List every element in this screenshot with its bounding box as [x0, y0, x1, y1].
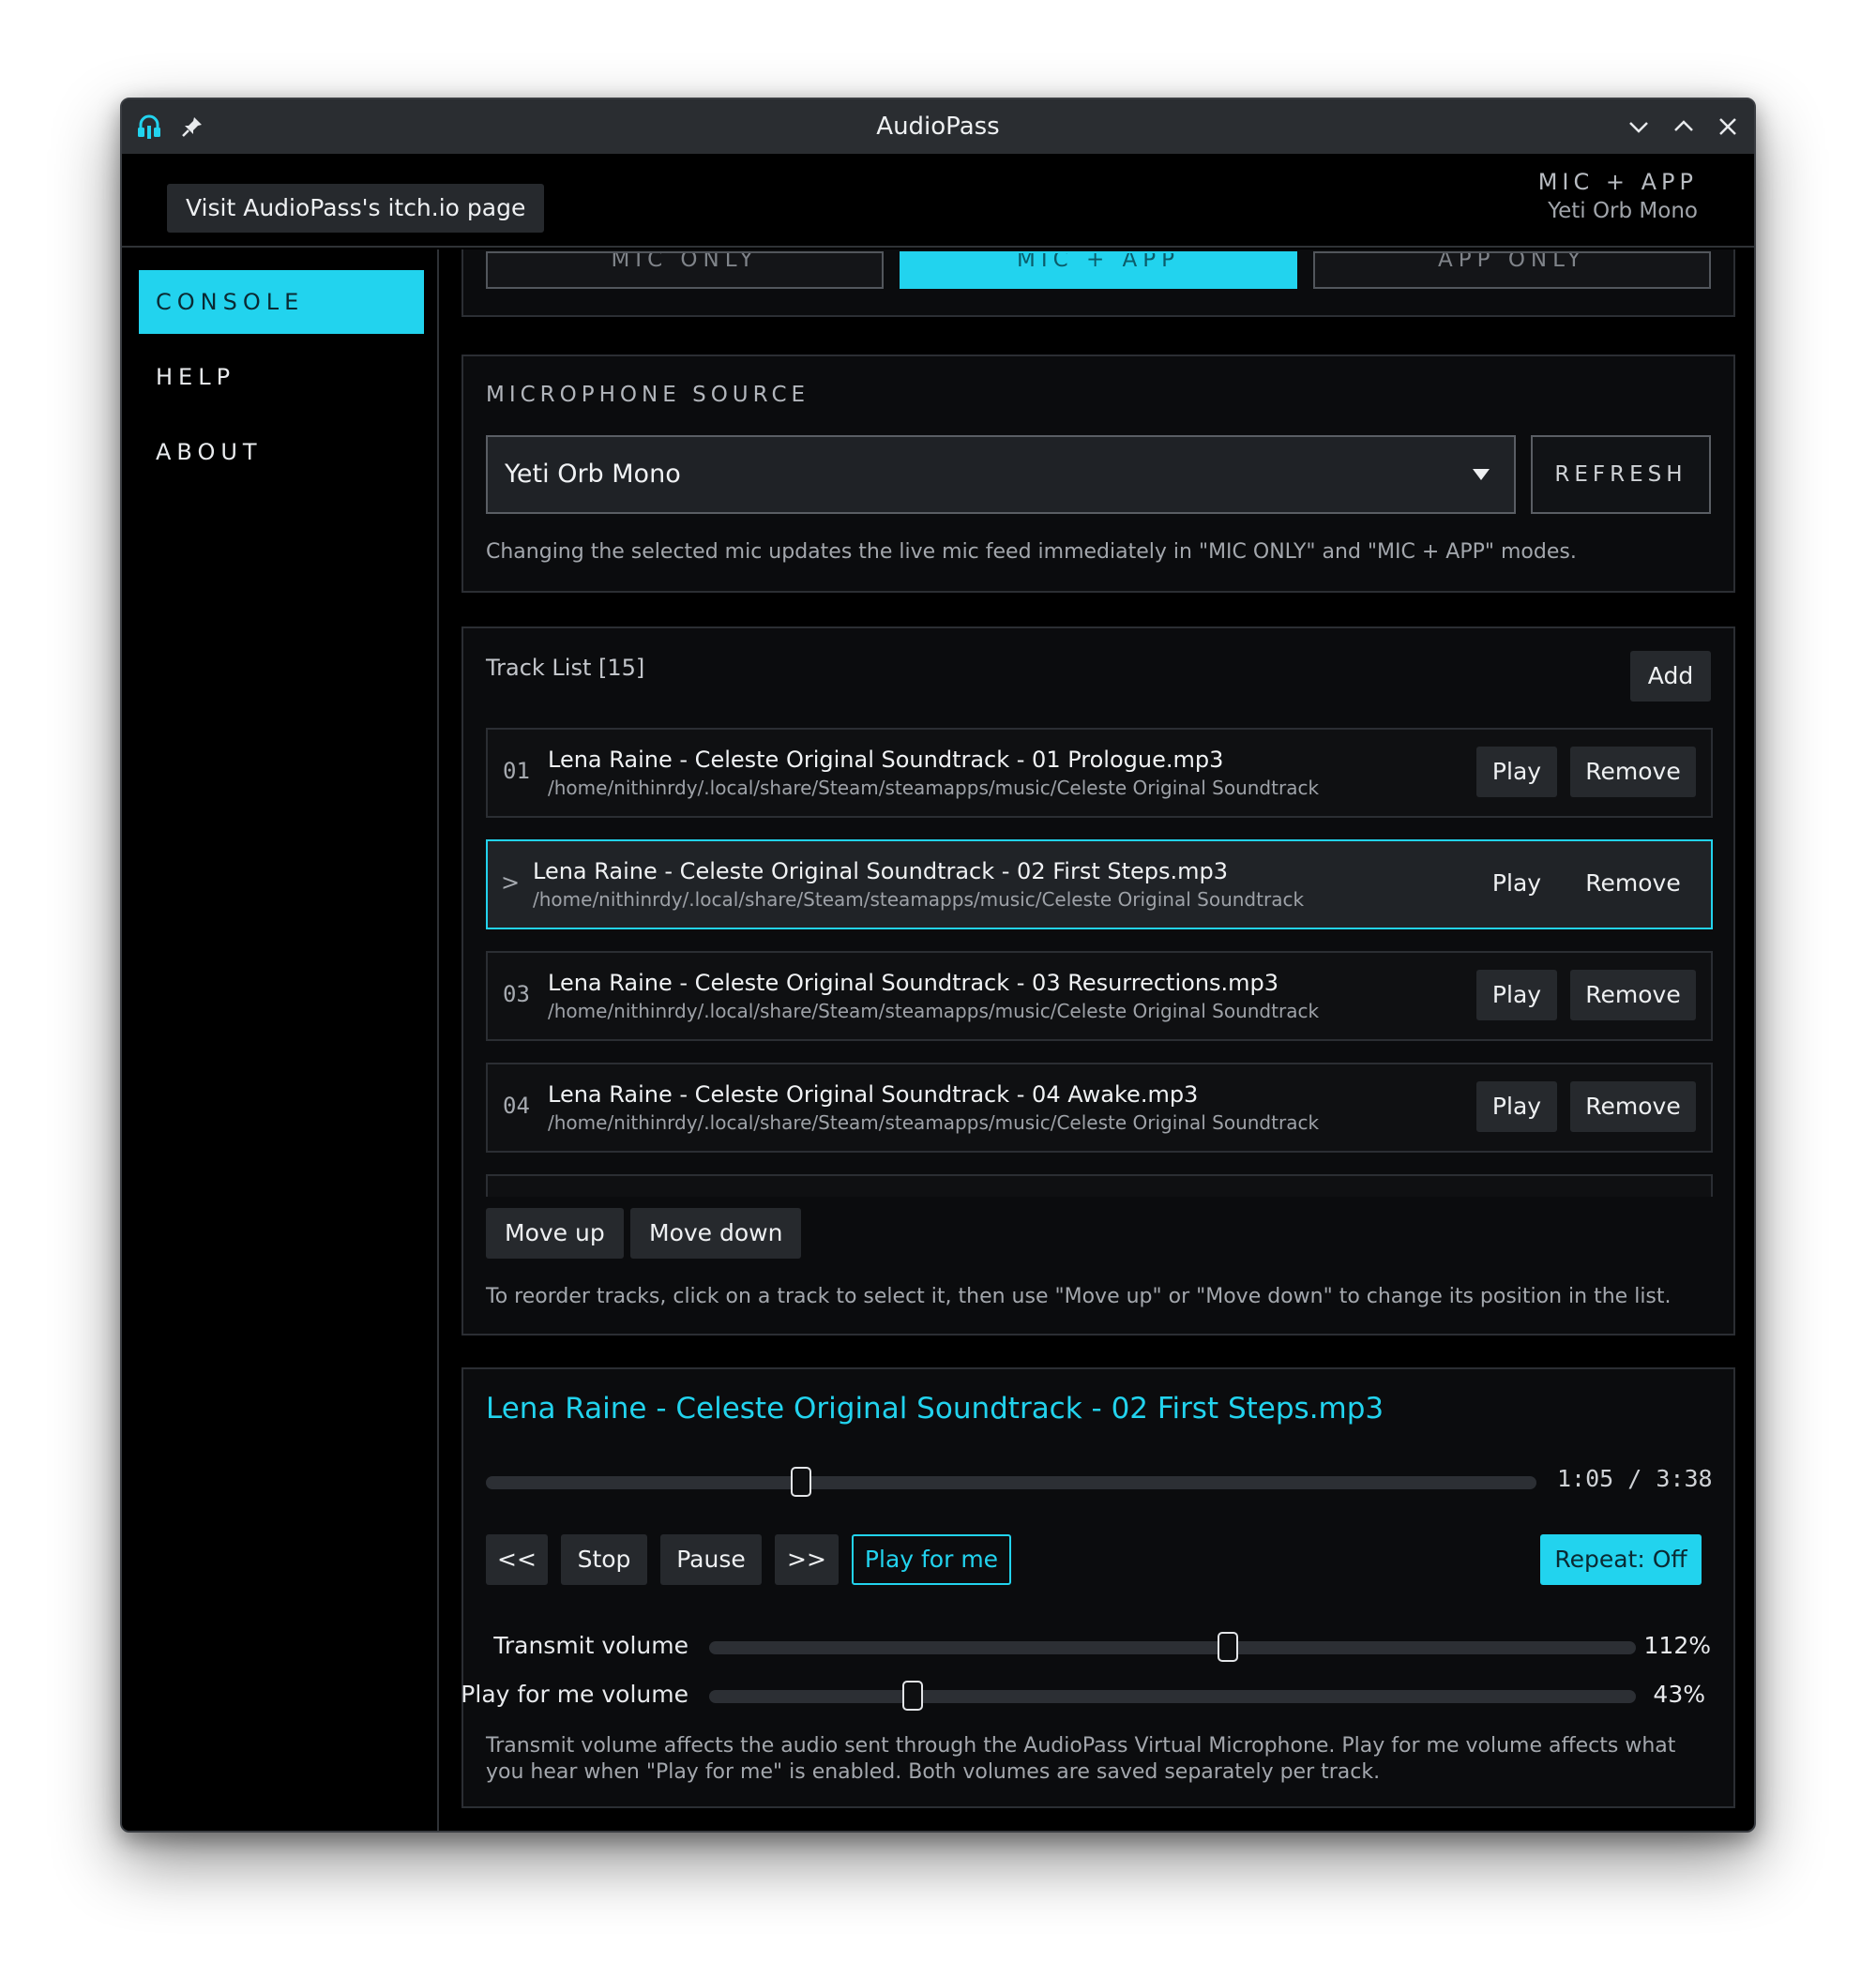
mode-app-only-button[interactable]: APP ONLY	[1313, 251, 1711, 289]
reorder-hint: To reorder tracks, click on a track to s…	[486, 1285, 1672, 1308]
track-play-button[interactable]: Play	[1476, 970, 1557, 1020]
header-bar: Visit AudioPass's itch.io page MIC + APP…	[122, 154, 1754, 248]
track-number: 01	[503, 758, 530, 784]
playback-time: 1:05 / 3:38	[1557, 1465, 1713, 1492]
move-up-button[interactable]: Move up	[486, 1208, 624, 1259]
track-list-card: Track List [15] Add 01 Lena Raine - Cele…	[461, 626, 1735, 1336]
play-for-me-volume-label: Play for me volume	[461, 1681, 688, 1708]
track-row[interactable]: 03 Lena Raine - Celeste Original Soundtr…	[486, 951, 1713, 1041]
sidebar-item-help[interactable]: HELP	[139, 345, 424, 409]
title-bar[interactable]: AudioPass	[122, 99, 1754, 154]
app-window: AudioPass Visit AudioPass's itch.io page…	[120, 98, 1756, 1833]
track-path: /home/nithinrdy/.local/share/Steam/steam…	[548, 1111, 1320, 1134]
transmit-volume-thumb[interactable]	[1218, 1632, 1239, 1662]
track-row[interactable]: 01 Lena Raine - Celeste Original Soundtr…	[486, 728, 1713, 818]
microphone-source-card: MICROPHONE SOURCE Yeti Orb Mono REFRESH …	[461, 355, 1735, 593]
dropdown-caret-icon	[1473, 469, 1490, 480]
track-remove-button[interactable]: Remove	[1570, 747, 1696, 797]
seek-slider-thumb[interactable]	[791, 1467, 811, 1497]
transmit-volume-slider[interactable]	[709, 1632, 1636, 1662]
selected-track-marker: >	[501, 869, 521, 896]
microphone-source-label: MICROPHONE SOURCE	[486, 383, 810, 407]
mode-selector: MIC ONLY MIC + APP APP ONLY	[461, 249, 1735, 317]
main-content[interactable]: MIC ONLY MIC + APP APP ONLY MICROPHONE S…	[441, 249, 1754, 1831]
current-mode-label: MIC + APP	[1537, 169, 1698, 195]
track-name: Lena Raine - Celeste Original Soundtrack…	[548, 970, 1279, 996]
track-number: 04	[503, 1093, 530, 1119]
track-row-selected[interactable]: > Lena Raine - Celeste Original Soundtra…	[486, 839, 1713, 929]
chevron-up-icon[interactable]	[1670, 113, 1698, 141]
track-play-button[interactable]: Play	[1476, 858, 1557, 909]
track-path: /home/nithinrdy/.local/share/Steam/steam…	[548, 1000, 1320, 1022]
add-track-button[interactable]: Add	[1630, 651, 1711, 702]
microphone-hint: Changing the selected mic updates the li…	[486, 540, 1577, 564]
play-for-me-volume-slider[interactable]	[709, 1681, 1636, 1711]
track-remove-button[interactable]: Remove	[1570, 858, 1696, 909]
microphone-select[interactable]: Yeti Orb Mono	[486, 435, 1516, 514]
pause-button[interactable]: Pause	[660, 1534, 762, 1585]
mode-status: MIC + APP Yeti Orb Mono	[1538, 169, 1698, 223]
mode-mic-only-button[interactable]: MIC ONLY	[486, 251, 884, 289]
stop-button[interactable]: Stop	[561, 1534, 647, 1585]
mode-mic-app-button[interactable]: MIC + APP	[900, 251, 1297, 289]
track-list-title: Track List [15]	[486, 655, 645, 681]
transmit-volume-value: 112%	[1643, 1632, 1711, 1659]
previous-track-button[interactable]: <<	[486, 1534, 548, 1585]
play-for-me-button[interactable]: Play for me	[852, 1534, 1011, 1585]
track-play-button[interactable]: Play	[1476, 1081, 1557, 1132]
play-for-me-volume-thumb[interactable]	[902, 1681, 924, 1711]
sidebar: CONSOLE HELP ABOUT	[122, 249, 439, 1831]
player-card: Lena Raine - Celeste Original Soundtrack…	[461, 1367, 1735, 1808]
chevron-down-icon[interactable]	[1625, 113, 1653, 141]
refresh-button[interactable]: REFRESH	[1531, 435, 1711, 514]
track-name: Lena Raine - Celeste Original Soundtrack…	[548, 747, 1224, 773]
track-number: 03	[503, 981, 530, 1007]
track-path: /home/nithinrdy/.local/share/Steam/steam…	[533, 888, 1305, 911]
track-name: Lena Raine - Celeste Original Soundtrack…	[548, 1081, 1199, 1108]
transmit-volume-label: Transmit volume	[493, 1632, 688, 1659]
seek-slider[interactable]	[486, 1467, 1536, 1497]
play-for-me-volume-value: 43%	[1653, 1681, 1705, 1708]
move-down-button[interactable]: Move down	[630, 1208, 802, 1259]
track-path: /home/nithinrdy/.local/share/Steam/steam…	[548, 777, 1320, 799]
microphone-select-value: Yeti Orb Mono	[505, 460, 681, 489]
volume-hint: Transmit volume affects the audio sent t…	[486, 1734, 1676, 1784]
track-remove-button[interactable]: Remove	[1570, 970, 1696, 1020]
now-playing-title: Lena Raine - Celeste Original Soundtrack…	[486, 1392, 1384, 1426]
sidebar-item-console[interactable]: CONSOLE	[139, 270, 424, 334]
track-row[interactable]: 04 Lena Raine - Celeste Original Soundtr…	[486, 1063, 1713, 1153]
track-row-partial[interactable]	[486, 1174, 1713, 1197]
track-remove-button[interactable]: Remove	[1570, 1081, 1696, 1132]
track-name: Lena Raine - Celeste Original Soundtrack…	[533, 858, 1229, 884]
track-play-button[interactable]: Play	[1476, 747, 1557, 797]
visit-itch-button[interactable]: Visit AudioPass's itch.io page	[167, 184, 545, 233]
track-list[interactable]: 01 Lena Raine - Celeste Original Soundtr…	[486, 728, 1713, 1197]
close-icon[interactable]	[1714, 113, 1742, 141]
repeat-toggle-button[interactable]: Repeat: Off	[1540, 1534, 1702, 1585]
current-device-label: Yeti Orb Mono	[1548, 199, 1698, 223]
sidebar-item-about[interactable]: ABOUT	[139, 420, 424, 484]
window-title: AudioPass	[876, 113, 1000, 141]
next-track-button[interactable]: >>	[775, 1534, 839, 1585]
